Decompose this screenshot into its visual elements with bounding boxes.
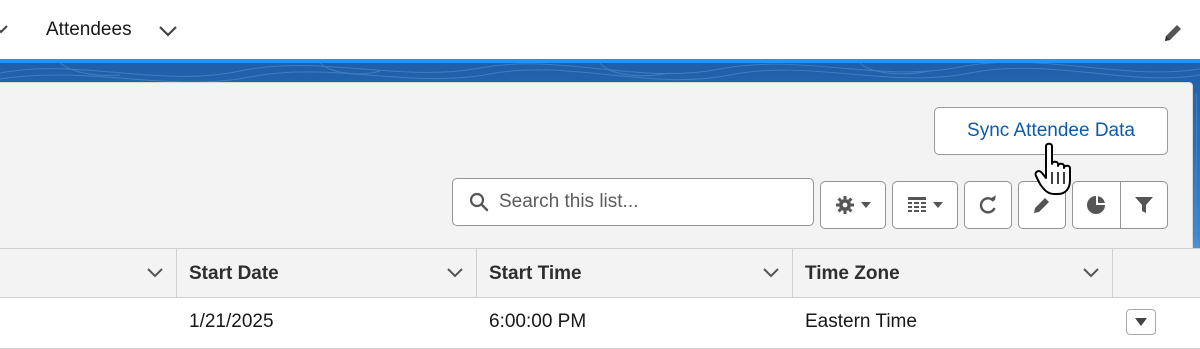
show-charts-button[interactable] xyxy=(1073,182,1121,228)
chart-filter-group xyxy=(1072,181,1168,229)
gear-icon xyxy=(836,196,854,214)
search-box[interactable] xyxy=(452,178,814,226)
tab-attendees[interactable]: Attendees xyxy=(46,19,132,41)
chevron-down-icon[interactable] xyxy=(762,267,780,279)
display-as-button[interactable] xyxy=(892,181,958,229)
chevron-down-icon[interactable] xyxy=(146,267,164,279)
pie-chart-icon xyxy=(1087,196,1106,214)
table-header: Start Date Start Time Time Zone xyxy=(0,248,1200,298)
filters-button[interactable] xyxy=(1121,182,1168,228)
pencil-icon xyxy=(1034,198,1049,213)
column-header-start-date[interactable]: Start Date xyxy=(177,249,477,298)
caret-down-icon xyxy=(933,202,943,208)
chevron-down-icon[interactable] xyxy=(1082,267,1100,279)
chevron-down-icon[interactable] xyxy=(446,267,464,279)
refresh-icon xyxy=(979,195,996,214)
chevron-down-icon[interactable] xyxy=(158,25,178,37)
column-header-actions xyxy=(1113,249,1200,298)
column-header[interactable] xyxy=(0,249,177,298)
chevron-down-icon[interactable] xyxy=(0,22,8,36)
pencil-icon[interactable] xyxy=(1162,22,1184,44)
column-header-time-zone[interactable]: Time Zone xyxy=(793,249,1113,298)
caret-down-icon xyxy=(1135,318,1147,326)
table-icon xyxy=(908,197,926,212)
row-actions-button[interactable] xyxy=(1126,309,1156,335)
search-input[interactable] xyxy=(499,191,799,213)
filter-icon xyxy=(1134,197,1153,213)
caret-down-icon xyxy=(861,202,871,208)
column-header-start-time[interactable]: Start Time xyxy=(477,249,793,298)
top-nav: Attendees xyxy=(0,0,1200,59)
time-zone-cell: Eastern Time xyxy=(805,311,917,332)
refresh-button[interactable] xyxy=(964,181,1012,229)
start-time-cell: 6:00:00 PM xyxy=(489,311,587,332)
search-icon xyxy=(469,192,489,212)
start-date-cell: 1/21/2025 xyxy=(189,311,274,332)
list-settings-button[interactable] xyxy=(820,181,886,229)
table-row: 1/21/2025 6:00:00 PM Eastern Time xyxy=(0,298,1200,349)
hand-cursor-icon xyxy=(1034,142,1071,195)
